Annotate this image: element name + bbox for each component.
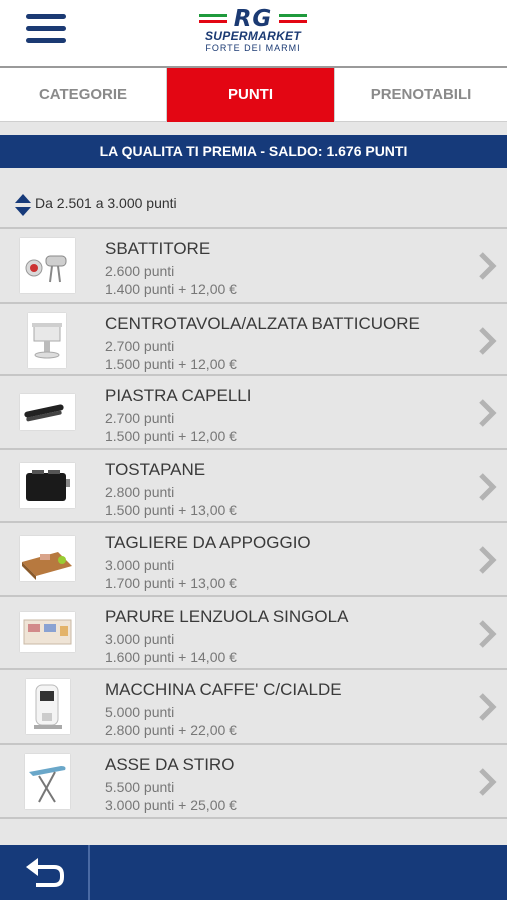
divider xyxy=(0,817,507,819)
list-item[interactable]: SBATTITORE 2.600 punti 1.400 punti + 12,… xyxy=(0,230,507,302)
chevron-right-icon xyxy=(479,473,497,501)
hair-straightener-image xyxy=(20,394,75,430)
divider xyxy=(0,448,507,450)
points-balance-banner: LA QUALITA TI PREMIA - SALDO: 1.676 PUNT… xyxy=(0,135,507,168)
cake-stand-image xyxy=(28,313,66,368)
hamburger-menu-icon[interactable] xyxy=(26,14,66,44)
item-points-plus-euro: 1.700 punti + 13,00 € xyxy=(105,575,237,591)
item-points-plus-euro: 1.500 punti + 12,00 € xyxy=(105,356,237,372)
ironing-board-image xyxy=(25,754,70,809)
chevron-right-icon xyxy=(479,546,497,574)
item-points: 2.600 punti xyxy=(105,263,175,279)
points-range-filter[interactable]: Da 2.501 a 3.000 punti xyxy=(0,186,507,222)
item-points: 2.700 punti xyxy=(105,410,175,426)
item-points: 2.800 punti xyxy=(105,484,175,500)
item-name: TOSTAPANE xyxy=(105,460,206,479)
item-name: CENTROTAVOLA/ALZATA BATTICUORE xyxy=(105,314,420,333)
coffee-machine-image xyxy=(26,679,70,734)
rg-supermarket-logo: RG SUPERMARKET FORTE DEI MARMI xyxy=(199,8,307,62)
divider xyxy=(0,595,507,597)
chevron-right-icon xyxy=(479,693,497,721)
item-name: ASSE DA STIRO xyxy=(105,755,235,774)
item-points-plus-euro: 1.600 punti + 14,00 € xyxy=(105,649,237,665)
list-item[interactable]: MACCHINA CAFFE' C/CIALDE 5.000 punti 2.8… xyxy=(0,671,507,743)
app-header: RG SUPERMARKET FORTE DEI MARMI xyxy=(0,0,507,66)
back-arrow-icon xyxy=(26,858,64,887)
bed-sheets-image xyxy=(20,612,75,652)
divider xyxy=(0,302,507,304)
list-item[interactable]: TAGLIERE DA APPOGGIO 3.000 punti 1.700 p… xyxy=(0,524,507,596)
divider xyxy=(0,668,507,670)
chevron-right-icon xyxy=(479,252,497,280)
chevron-right-icon xyxy=(479,768,497,796)
item-points-plus-euro: 2.800 punti + 22,00 € xyxy=(105,722,237,738)
item-name: PIASTRA CAPELLI xyxy=(105,386,252,405)
divider xyxy=(0,521,507,523)
list-item[interactable]: ASSE DA STIRO 5.500 punti 3.000 punti + … xyxy=(0,746,507,818)
filter-label: Da 2.501 a 3.000 punti xyxy=(35,195,177,211)
item-name: TAGLIERE DA APPOGGIO xyxy=(105,533,311,552)
back-button[interactable] xyxy=(0,845,90,900)
item-name: SBATTITORE xyxy=(105,239,211,258)
logo-subtitle: SUPERMARKET xyxy=(205,29,301,43)
list-item[interactable]: PIASTRA CAPELLI 2.700 punti 1.500 punti … xyxy=(0,377,507,449)
item-points-plus-euro: 3.000 punti + 25,00 € xyxy=(105,797,237,813)
toaster-image xyxy=(20,463,75,508)
item-points-plus-euro: 1.500 punti + 12,00 € xyxy=(105,428,237,444)
divider xyxy=(0,374,507,376)
item-points-plus-euro: 1.400 punti + 12,00 € xyxy=(105,281,237,297)
cutting-board-image xyxy=(20,536,75,581)
bottom-bar xyxy=(0,845,507,900)
italian-flag-stripe-left xyxy=(199,14,227,23)
italian-flag-stripe-right xyxy=(279,14,307,23)
item-points-plus-euro: 1.500 punti + 13,00 € xyxy=(105,502,237,518)
tab-punti[interactable]: PUNTI xyxy=(167,68,334,122)
logo-city: FORTE DEI MARMI xyxy=(205,43,301,53)
divider xyxy=(0,227,507,229)
sort-arrows-icon xyxy=(15,194,31,216)
chevron-right-icon xyxy=(479,327,497,355)
item-points: 5.000 punti xyxy=(105,704,175,720)
item-points: 2.700 punti xyxy=(105,338,175,354)
divider xyxy=(0,743,507,745)
item-name: PARURE LENZUOLA SINGOLA xyxy=(105,607,349,626)
hand-mixer-image xyxy=(20,238,75,293)
item-points: 5.500 punti xyxy=(105,779,175,795)
list-item[interactable]: PARURE LENZUOLA SINGOLA 3.000 punti 1.60… xyxy=(0,598,507,670)
item-points: 3.000 punti xyxy=(105,557,175,573)
chevron-right-icon xyxy=(479,399,497,427)
chevron-right-icon xyxy=(479,620,497,648)
tab-prenotabili[interactable]: PRENOTABILI xyxy=(334,68,507,122)
list-item[interactable]: TOSTAPANE 2.800 punti 1.500 punti + 13,0… xyxy=(0,451,507,523)
tab-categorie[interactable]: CATEGORIE xyxy=(0,68,167,122)
item-points: 3.000 punti xyxy=(105,631,175,647)
item-name: MACCHINA CAFFE' C/CIALDE xyxy=(105,680,342,699)
tab-bar: CATEGORIE PUNTI PRENOTABILI xyxy=(0,66,507,122)
list-item[interactable]: CENTROTAVOLA/ALZATA BATTICUORE 2.700 pun… xyxy=(0,305,507,377)
